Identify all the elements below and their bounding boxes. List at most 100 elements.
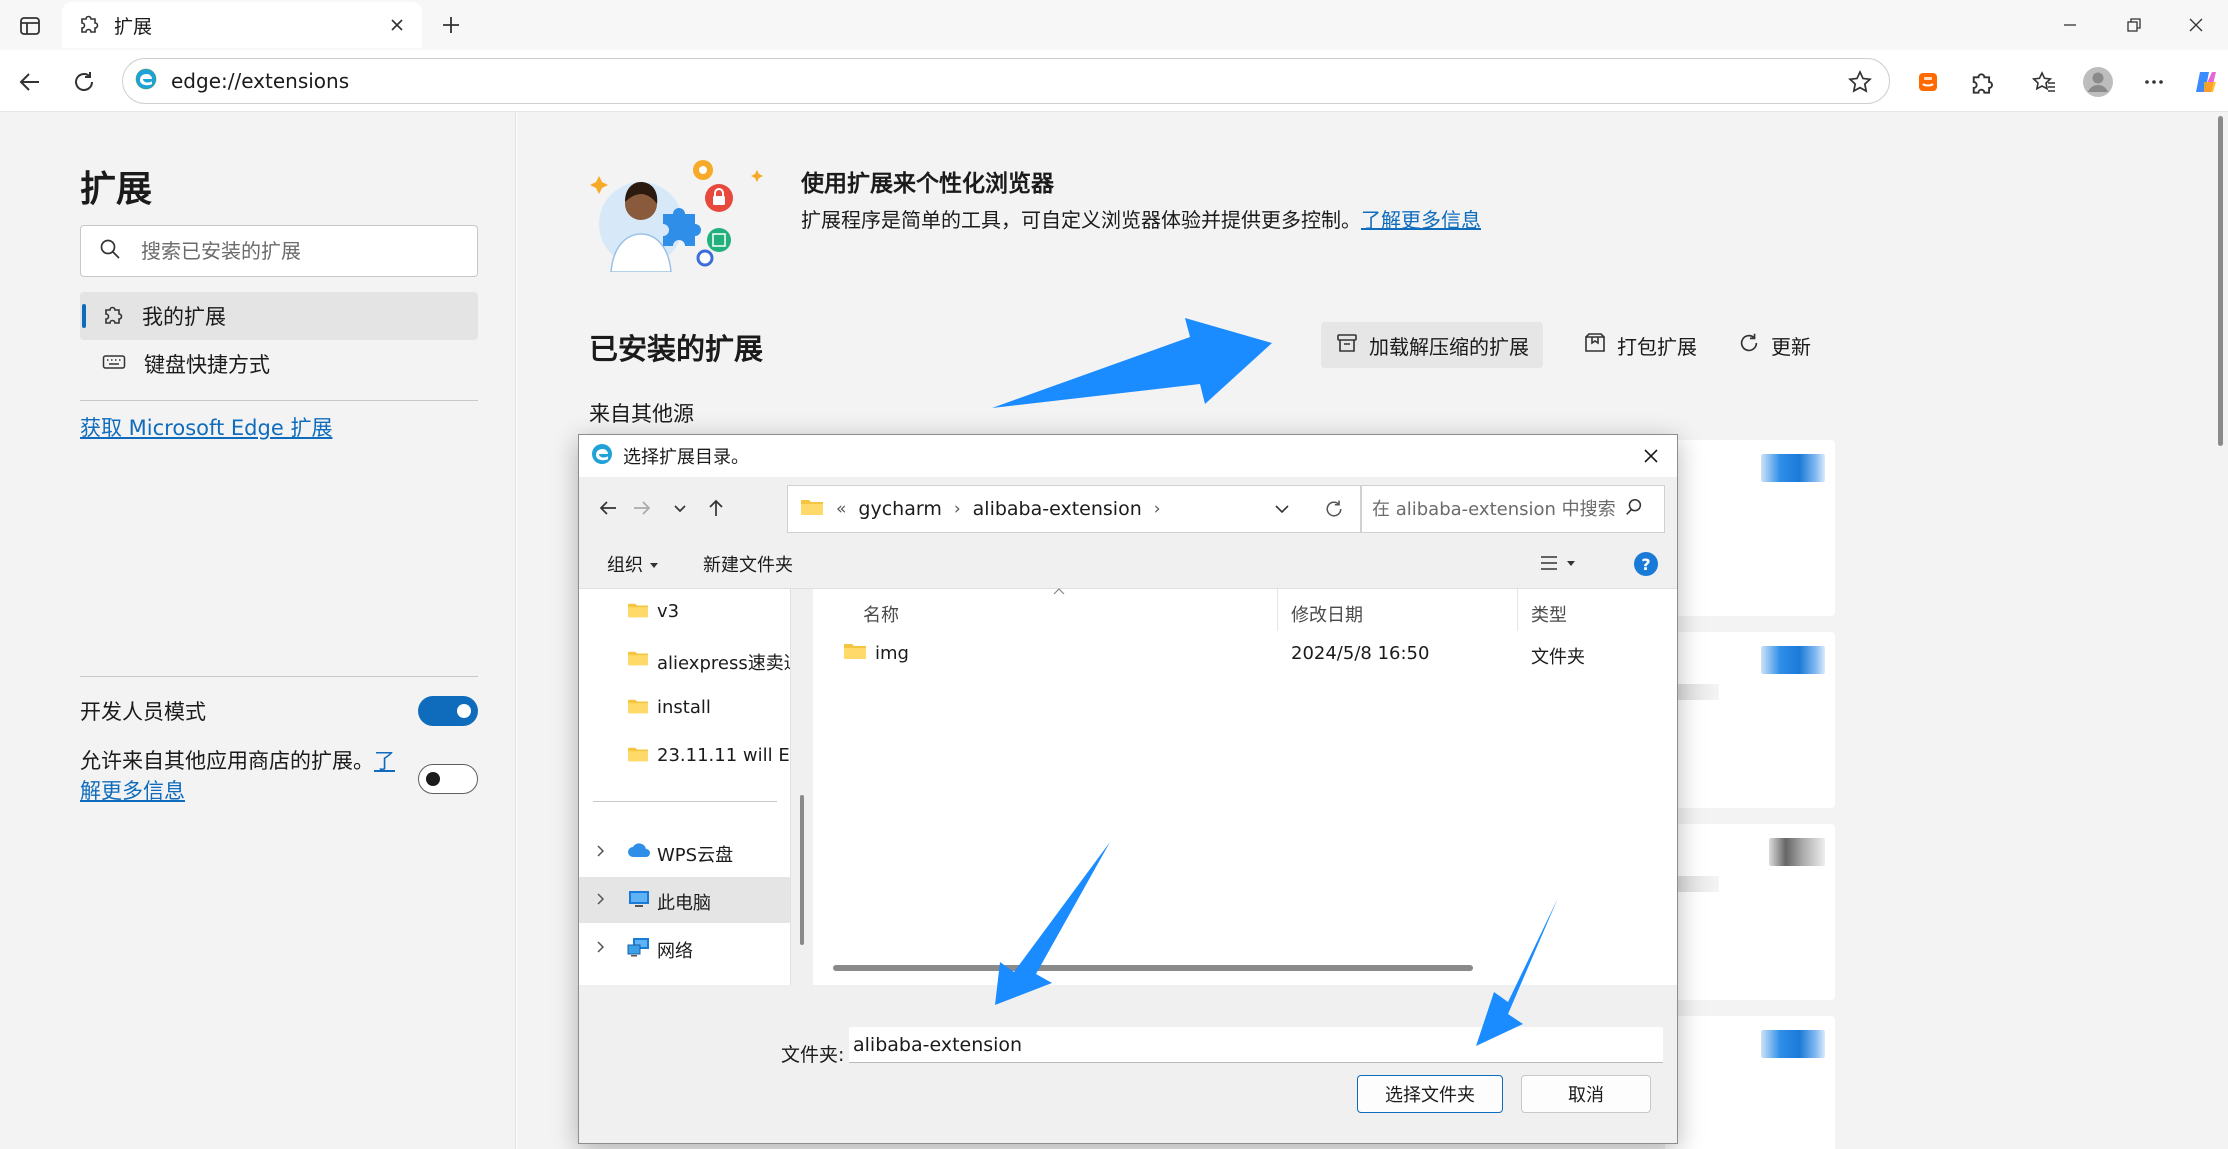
column-header-modified[interactable]: 修改日期	[1291, 601, 1363, 627]
package-icon	[1583, 331, 1607, 360]
tree-item-23-11-11[interactable]: 23.11.11 will ED	[579, 733, 790, 779]
sort-indicator-icon	[1053, 579, 1065, 600]
allow-other-stores-toggle[interactable]	[418, 764, 478, 794]
pack-extension-label: 打包扩展	[1617, 334, 1697, 359]
nav-item-my-extensions[interactable]: 我的扩展	[80, 292, 478, 340]
cancel-button[interactable]: 取消	[1521, 1075, 1651, 1113]
dialog-navigation-bar: « gycharm › alibaba-extension ›	[579, 477, 1677, 539]
tree-item-label: install	[657, 697, 711, 718]
load-unpacked-button[interactable]: 加载解压缩的扩展	[1321, 322, 1543, 368]
cloud-icon	[627, 841, 651, 864]
edge-logo-icon	[135, 68, 157, 94]
folder-icon	[627, 697, 649, 720]
chevron-right-icon[interactable]	[593, 938, 609, 961]
network-icon	[627, 937, 651, 962]
favorites-icon[interactable]	[2024, 62, 2064, 102]
tree-item-wps-cloud[interactable]: WPS云盘	[579, 829, 790, 875]
select-folder-button[interactable]: 选择文件夹	[1357, 1075, 1503, 1113]
favorite-star-icon[interactable]	[1845, 67, 1875, 97]
file-modified: 2024/5/8 16:50	[1291, 643, 1430, 664]
breadcrumb-item[interactable]: alibaba-extension	[973, 498, 1142, 520]
tree-item-network[interactable]: 网络	[579, 925, 790, 971]
back-button[interactable]	[10, 62, 50, 102]
profile-avatar[interactable]	[2078, 62, 2118, 102]
file-row[interactable]: img 2024/5/8 16:50 文件夹	[813, 631, 1677, 675]
extension-orange-icon[interactable]	[1908, 62, 1948, 102]
hero-learn-more-link[interactable]: 了解更多信息	[1361, 208, 1481, 232]
select-folder-dialog: 选择扩展目录。 « gycharm › alibaba-extension ›	[578, 434, 1678, 1144]
search-input[interactable]	[141, 239, 461, 263]
address-bar[interactable]: edge://extensions	[122, 58, 1890, 104]
file-list-horizontal-scrollbar[interactable]	[833, 965, 1473, 971]
tree-divider	[593, 801, 777, 802]
page-scrollbar[interactable]	[2213, 112, 2228, 1149]
dialog-forward-icon[interactable]	[625, 491, 659, 525]
extensions-puzzle-icon[interactable]	[1962, 62, 2002, 102]
path-refresh-icon[interactable]	[1307, 485, 1361, 533]
file-type: 文件夹	[1531, 647, 1585, 668]
refresh-icon	[1737, 331, 1761, 360]
nav-item-keyboard-shortcuts[interactable]: 键盘快捷方式	[80, 340, 478, 388]
dialog-search-box[interactable]	[1361, 485, 1665, 533]
left-navigation: 扩展 我的扩展 键盘快捷方式 获取 Microsoft Edge 扩展 开发人员…	[0, 112, 516, 1149]
tree-scrollbar-thumb[interactable]	[800, 795, 804, 945]
tab-close-icon[interactable]	[386, 14, 408, 36]
new-folder-button[interactable]: 新建文件夹	[703, 551, 793, 577]
organize-label: 组织	[607, 555, 643, 576]
close-window-button[interactable]	[2166, 6, 2226, 44]
tab-actions-icon[interactable]	[14, 10, 46, 42]
minimize-button[interactable]	[2040, 6, 2100, 44]
keyboard-icon	[102, 351, 126, 378]
developer-mode-toggle[interactable]	[418, 696, 478, 726]
get-extensions-link[interactable]: 获取 Microsoft Edge 扩展	[80, 412, 332, 442]
help-icon[interactable]: ?	[1633, 551, 1659, 577]
tree-item-install[interactable]: install	[579, 685, 790, 731]
column-header-name[interactable]: 名称	[863, 601, 899, 627]
extension-toggle-blurred	[1761, 454, 1825, 482]
dialog-recent-dropdown-icon[interactable]	[663, 491, 697, 525]
copilot-icon[interactable]	[2186, 62, 2226, 102]
column-divider[interactable]	[1277, 589, 1278, 631]
breadcrumb-separator-icon: ›	[953, 499, 961, 519]
new-tab-button[interactable]	[434, 8, 468, 42]
folder-icon	[627, 601, 649, 624]
hero-title: 使用扩展来个性化浏览器	[801, 171, 1054, 197]
extension-card	[1665, 1016, 1835, 1149]
view-options-icon[interactable]	[1539, 553, 1579, 573]
tree-item-this-pc[interactable]: 此电脑	[579, 877, 790, 923]
update-button[interactable]: 更新	[1723, 322, 1825, 368]
nav-search-box[interactable]	[80, 225, 478, 277]
tree-item-aliexpress[interactable]: aliexpress速卖通	[579, 637, 790, 683]
restore-button[interactable]	[2104, 6, 2164, 44]
address-text: edge://extensions	[171, 69, 350, 93]
tree-scrollbar[interactable]	[791, 589, 813, 985]
refresh-button[interactable]	[64, 62, 104, 102]
pack-extension-button[interactable]: 打包扩展	[1569, 322, 1711, 368]
folder-name-input[interactable]	[849, 1027, 1663, 1063]
column-divider[interactable]	[1517, 589, 1518, 631]
folder-icon	[843, 641, 867, 666]
extension-toggle-blurred	[1769, 838, 1825, 866]
path-dropdown-icon[interactable]	[1259, 485, 1305, 533]
folder-tree: v3 aliexpress速卖通 install 23.11.11 will E…	[579, 589, 791, 985]
chevron-right-icon[interactable]	[593, 890, 609, 913]
tree-item-v3[interactable]: v3	[579, 589, 790, 635]
more-options-icon[interactable]	[2134, 62, 2174, 102]
breadcrumb-overflow[interactable]: «	[836, 499, 846, 519]
developer-mode-label: 开发人员模式	[80, 700, 206, 724]
page-scrollbar-thumb[interactable]	[2218, 116, 2223, 446]
file-name: img	[875, 643, 909, 664]
browser-toolbar: edge://extensions	[0, 50, 2228, 112]
dialog-up-icon[interactable]	[699, 491, 733, 525]
breadcrumb-item[interactable]: gycharm	[858, 498, 941, 520]
organize-menu[interactable]: 组织	[607, 551, 659, 577]
dialog-close-icon[interactable]	[1633, 439, 1669, 473]
load-unpacked-label: 加载解压缩的扩展	[1369, 334, 1529, 359]
dialog-search-input[interactable]	[1372, 498, 1624, 520]
chevron-right-icon[interactable]	[593, 842, 609, 865]
dialog-title: 选择扩展目录。	[623, 447, 749, 468]
dialog-back-icon[interactable]	[591, 491, 625, 525]
column-header-type[interactable]: 类型	[1531, 601, 1567, 627]
file-list: 名称 修改日期 类型 img 2024/5/8 16:50 文件夹	[813, 588, 1677, 985]
tab-extensions[interactable]: 扩展	[62, 2, 422, 48]
